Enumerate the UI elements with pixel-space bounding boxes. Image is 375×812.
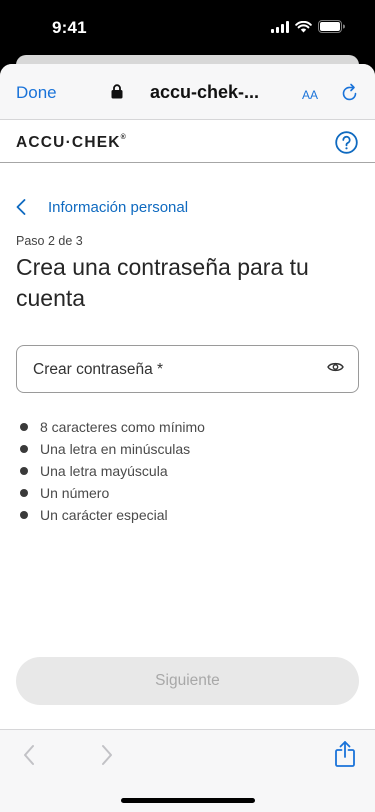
status-bar: 9:41 bbox=[0, 0, 375, 56]
bullet-icon bbox=[20, 445, 28, 453]
question-circle-icon[interactable] bbox=[335, 131, 358, 154]
password-field[interactable]: Crear contraseña * bbox=[16, 345, 359, 393]
chevron-left-icon bbox=[16, 195, 40, 219]
done-button[interactable]: Done bbox=[16, 83, 57, 103]
page-title: Crea una contraseña para tu cuenta bbox=[16, 254, 309, 311]
logo-registered-mark: ® bbox=[120, 133, 128, 141]
requirement-text: Un número bbox=[40, 485, 110, 501]
logo-text: ACCU·CHEK bbox=[16, 134, 121, 151]
password-field-label: Crear contraseña * bbox=[33, 361, 164, 378]
requirement-text: Una letra mayúscula bbox=[40, 463, 168, 479]
step-indicator: Paso 2 de 3 bbox=[16, 234, 83, 248]
lock-icon bbox=[111, 84, 123, 99]
back-link-label: Información personal bbox=[48, 198, 189, 216]
share-icon[interactable] bbox=[334, 740, 356, 768]
forward-arrow-icon[interactable] bbox=[100, 744, 114, 766]
bullet-icon bbox=[20, 489, 28, 497]
url-text[interactable]: accu-chek-... bbox=[150, 82, 259, 103]
bullet-icon bbox=[20, 467, 28, 475]
next-button[interactable]: Siguiente bbox=[16, 657, 359, 705]
browser-sheet: Done accu-chek-... AA ACCU·CHEK® Informa… bbox=[0, 64, 375, 812]
status-icons bbox=[271, 20, 345, 33]
requirement-item: Un carácter especial bbox=[16, 504, 205, 526]
requirement-item: 8 caracteres como mínimo bbox=[16, 416, 205, 438]
wifi-icon bbox=[295, 20, 312, 32]
requirement-item: Una letra mayúscula bbox=[16, 460, 205, 482]
reload-icon[interactable] bbox=[341, 83, 359, 102]
text-size-button[interactable]: AA bbox=[302, 84, 318, 104]
requirement-text: 8 caracteres como mínimo bbox=[40, 419, 205, 435]
eye-icon[interactable] bbox=[327, 361, 344, 373]
requirement-text: Un carácter especial bbox=[40, 507, 168, 523]
bullet-icon bbox=[20, 511, 28, 519]
browser-top-bar: Done accu-chek-... AA bbox=[0, 64, 375, 120]
requirement-item: Una letra en minúsculas bbox=[16, 438, 205, 460]
text-size-label: AA bbox=[302, 88, 319, 102]
home-indicator[interactable] bbox=[121, 798, 255, 803]
requirement-text: Una letra en minúsculas bbox=[40, 441, 191, 457]
site-header: ACCU·CHEK® bbox=[0, 121, 375, 163]
signal-icon bbox=[271, 20, 289, 33]
bullet-icon bbox=[20, 423, 28, 431]
back-link[interactable]: Información personal bbox=[16, 194, 188, 220]
accu-chek-logo[interactable]: ACCU·CHEK® bbox=[16, 134, 127, 152]
requirement-item: Un número bbox=[16, 482, 205, 504]
password-requirements: 8 caracteres como mínimo Una letra en mi… bbox=[16, 416, 205, 526]
back-arrow-icon[interactable] bbox=[22, 744, 36, 766]
status-time: 9:41 bbox=[52, 18, 87, 37]
battery-icon bbox=[318, 20, 345, 33]
